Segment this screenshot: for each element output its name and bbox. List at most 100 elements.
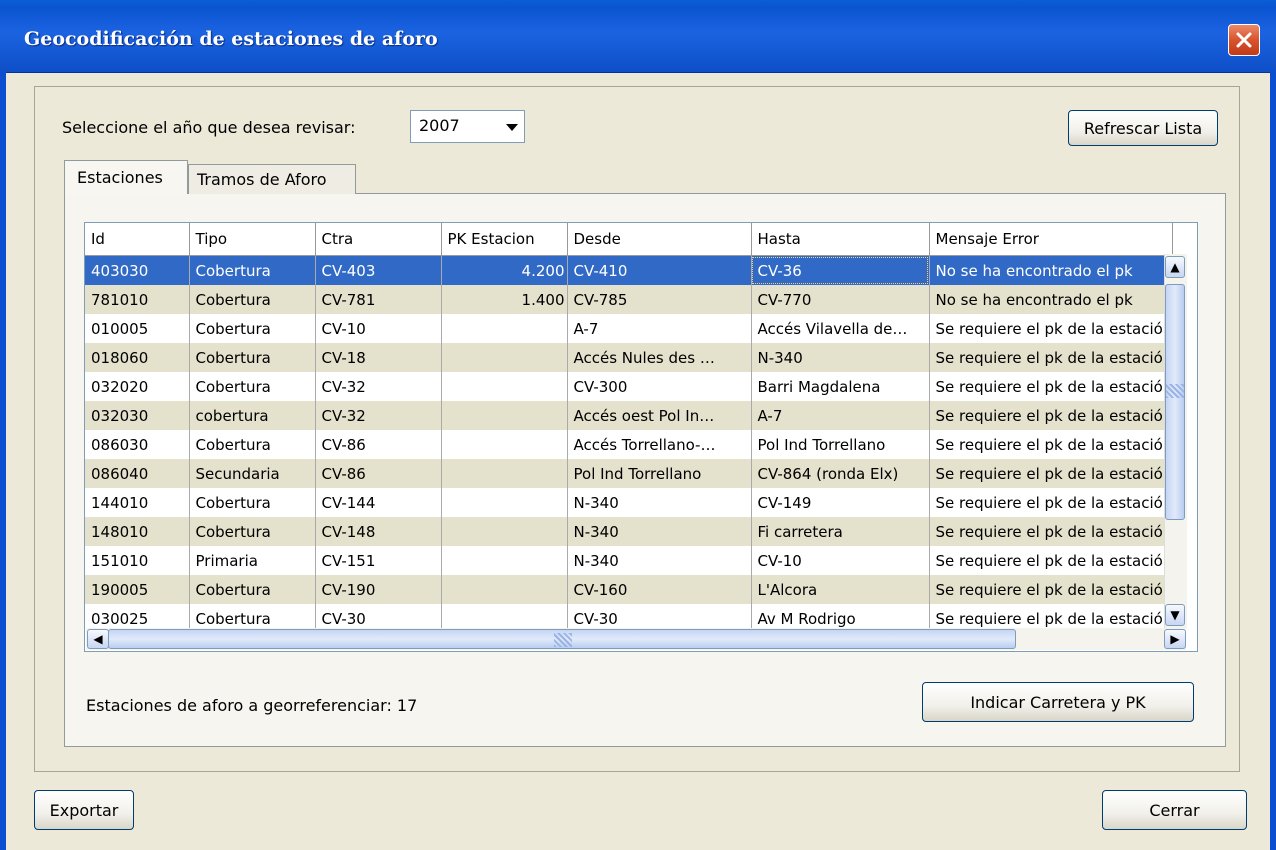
cell-pk-estacion[interactable] xyxy=(441,546,568,575)
cell-tipo[interactable]: Cobertura xyxy=(189,255,316,285)
cell-hasta[interactable]: A-7 xyxy=(751,401,930,430)
cell-hasta[interactable]: Barri Magdalena xyxy=(751,372,930,401)
cell-tipo[interactable]: Cobertura xyxy=(189,575,316,604)
cell-id[interactable]: 148010 xyxy=(85,517,190,546)
table-row[interactable]: 190005 Cobertura CV-190 CV-160 L'Alcora Se re… xyxy=(85,575,1174,604)
refresh-list-button[interactable]: Refrescar Lista xyxy=(1068,110,1218,146)
close-button[interactable]: Cerrar xyxy=(1102,790,1247,830)
cell-desde[interactable]: CV-410 xyxy=(567,255,752,285)
cell-ctra[interactable]: CV-32 xyxy=(315,372,442,401)
tab-estaciones[interactable]: Estaciones xyxy=(64,160,188,194)
cell-hasta[interactable]: CV-36 xyxy=(751,255,930,285)
cell-mensaje-error[interactable]: Se requiere el pk de la estación xyxy=(929,517,1174,546)
cell-pk-estacion[interactable] xyxy=(441,488,568,517)
scroll-left-button[interactable]: ◀ xyxy=(87,629,109,649)
cell-desde[interactable]: CV-300 xyxy=(567,372,752,401)
table-row[interactable]: 086040 Secundaria CV-86 Pol Ind Torrellano C… xyxy=(85,459,1174,488)
cell-hasta[interactable]: CV-149 xyxy=(751,488,930,517)
table-row[interactable]: 781010 Cobertura CV-781 1.400 CV-785 CV-770 No… xyxy=(85,285,1174,314)
cell-desde[interactable]: Accés Torrellano-… xyxy=(567,430,752,459)
cell-tipo[interactable]: Primaria xyxy=(189,546,316,575)
cell-ctra[interactable]: CV-144 xyxy=(315,488,442,517)
cell-mensaje-error[interactable]: Se requiere el pk de la estación xyxy=(929,372,1174,401)
cell-ctra[interactable]: CV-10 xyxy=(315,314,442,343)
cell-mensaje-error[interactable]: Se requiere el pk de la estación xyxy=(929,401,1174,430)
cell-mensaje-error[interactable]: Se requiere el pk de la estación xyxy=(929,488,1174,517)
cell-hasta[interactable]: CV-864 (ronda Elx) xyxy=(751,459,930,488)
column-header-mensaje-error[interactable]: Mensaje Error xyxy=(929,223,1174,256)
scroll-down-button[interactable]: ▼ xyxy=(1165,604,1185,626)
cell-ctra[interactable]: CV-32 xyxy=(315,401,442,430)
cell-desde[interactable]: CV-785 xyxy=(567,285,752,314)
table-row[interactable]: 010005 Cobertura CV-10 A-7 Accés Vilavella d… xyxy=(85,314,1174,343)
cell-desde[interactable]: CV-160 xyxy=(567,575,752,604)
cell-desde[interactable]: N-340 xyxy=(567,517,752,546)
cell-desde[interactable]: Accés oest Pol In… xyxy=(567,401,752,430)
cell-tipo[interactable]: cobertura xyxy=(189,401,316,430)
cell-pk-estacion[interactable] xyxy=(441,314,568,343)
cell-id[interactable]: 151010 xyxy=(85,546,190,575)
cell-desde[interactable]: N-340 xyxy=(567,488,752,517)
cell-id[interactable]: 018060 xyxy=(85,343,190,372)
cell-ctra[interactable]: CV-148 xyxy=(315,517,442,546)
scroll-right-button[interactable]: ▶ xyxy=(1164,629,1186,649)
close-window-button[interactable] xyxy=(1228,24,1260,56)
cell-id[interactable]: 010005 xyxy=(85,314,190,343)
cell-hasta[interactable]: Accés Vilavella de… xyxy=(751,314,930,343)
cell-ctra[interactable]: CV-151 xyxy=(315,546,442,575)
cell-id[interactable]: 032030 xyxy=(85,401,190,430)
cell-hasta[interactable]: CV-10 xyxy=(751,546,930,575)
cell-tipo[interactable]: Cobertura xyxy=(189,517,316,546)
cell-id[interactable]: 403030 xyxy=(85,255,190,285)
cell-hasta[interactable]: Pol Ind Torrellano xyxy=(751,430,930,459)
cell-pk-estacion[interactable] xyxy=(441,372,568,401)
cell-mensaje-error[interactable]: Se requiere el pk de la estación xyxy=(929,314,1174,343)
cell-mensaje-error[interactable]: No se ha encontrado el pk xyxy=(929,285,1174,314)
cell-hasta[interactable]: L'Alcora xyxy=(751,575,930,604)
table-row[interactable]: 148010 Cobertura CV-148 N-340 Fi carretera Se… xyxy=(85,517,1174,546)
cell-desde[interactable]: Accés Nules des … xyxy=(567,343,752,372)
cell-tipo[interactable]: Cobertura xyxy=(189,314,316,343)
column-header-tipo[interactable]: Tipo xyxy=(189,223,316,256)
cell-ctra[interactable]: CV-781 xyxy=(315,285,442,314)
cell-id[interactable]: 086030 xyxy=(85,430,190,459)
table-row[interactable]: 032030 cobertura CV-32 Accés oest Pol In… A-… xyxy=(85,401,1174,430)
cell-mensaje-error[interactable]: Se requiere el pk de la estación xyxy=(929,343,1174,372)
cell-pk-estacion[interactable] xyxy=(441,575,568,604)
cell-id[interactable]: 781010 xyxy=(85,285,190,314)
column-header-id[interactable]: Id xyxy=(85,223,190,256)
cell-pk-estacion[interactable] xyxy=(441,430,568,459)
cell-desde[interactable]: A-7 xyxy=(567,314,752,343)
cell-ctra[interactable]: CV-86 xyxy=(315,430,442,459)
column-header-hasta[interactable]: Hasta xyxy=(751,223,930,256)
cell-id[interactable]: 032020 xyxy=(85,372,190,401)
cell-pk-estacion[interactable] xyxy=(441,343,568,372)
cell-mensaje-error[interactable]: Se requiere el pk de la estación xyxy=(929,546,1174,575)
table-row[interactable]: 144010 Cobertura CV-144 N-340 CV-149 Se requi… xyxy=(85,488,1174,517)
table-row[interactable]: 018060 Cobertura CV-18 Accés Nules des … N-3… xyxy=(85,343,1174,372)
cell-ctra[interactable]: CV-18 xyxy=(315,343,442,372)
cell-hasta[interactable]: CV-770 xyxy=(751,285,930,314)
cell-tipo[interactable]: Secundaria xyxy=(189,459,316,488)
cell-ctra[interactable]: CV-190 xyxy=(315,575,442,604)
cell-tipo[interactable]: Cobertura xyxy=(189,285,316,314)
set-road-pk-button[interactable]: Indicar Carretera y PK xyxy=(922,682,1194,722)
cell-tipo[interactable]: Cobertura xyxy=(189,488,316,517)
cell-tipo[interactable]: Cobertura xyxy=(189,343,316,372)
column-header-pk-estacion[interactable]: PK Estacion xyxy=(441,223,568,256)
cell-tipo[interactable]: Cobertura xyxy=(189,372,316,401)
column-header-desde[interactable]: Desde xyxy=(567,223,752,256)
cell-desde[interactable]: N-340 xyxy=(567,546,752,575)
cell-ctra[interactable]: CV-86 xyxy=(315,459,442,488)
cell-mensaje-error[interactable]: Se requiere el pk de la estación xyxy=(929,459,1174,488)
cell-pk-estacion[interactable] xyxy=(441,401,568,430)
cell-tipo[interactable]: Cobertura xyxy=(189,430,316,459)
export-button[interactable]: Exportar xyxy=(34,790,134,830)
cell-mensaje-error[interactable]: No se ha encontrado el pk xyxy=(929,255,1174,285)
cell-desde[interactable]: Pol Ind Torrellano xyxy=(567,459,752,488)
table-row[interactable]: 151010 Primaria CV-151 N-340 CV-10 Se requier… xyxy=(85,546,1174,575)
tab-tramos-de-aforo[interactable]: Tramos de Aforo xyxy=(188,164,356,194)
cell-mensaje-error[interactable]: Se requiere el pk de la estación xyxy=(929,575,1174,604)
column-header-ctra[interactable]: Ctra xyxy=(315,223,442,256)
cell-id[interactable]: 086040 xyxy=(85,459,190,488)
